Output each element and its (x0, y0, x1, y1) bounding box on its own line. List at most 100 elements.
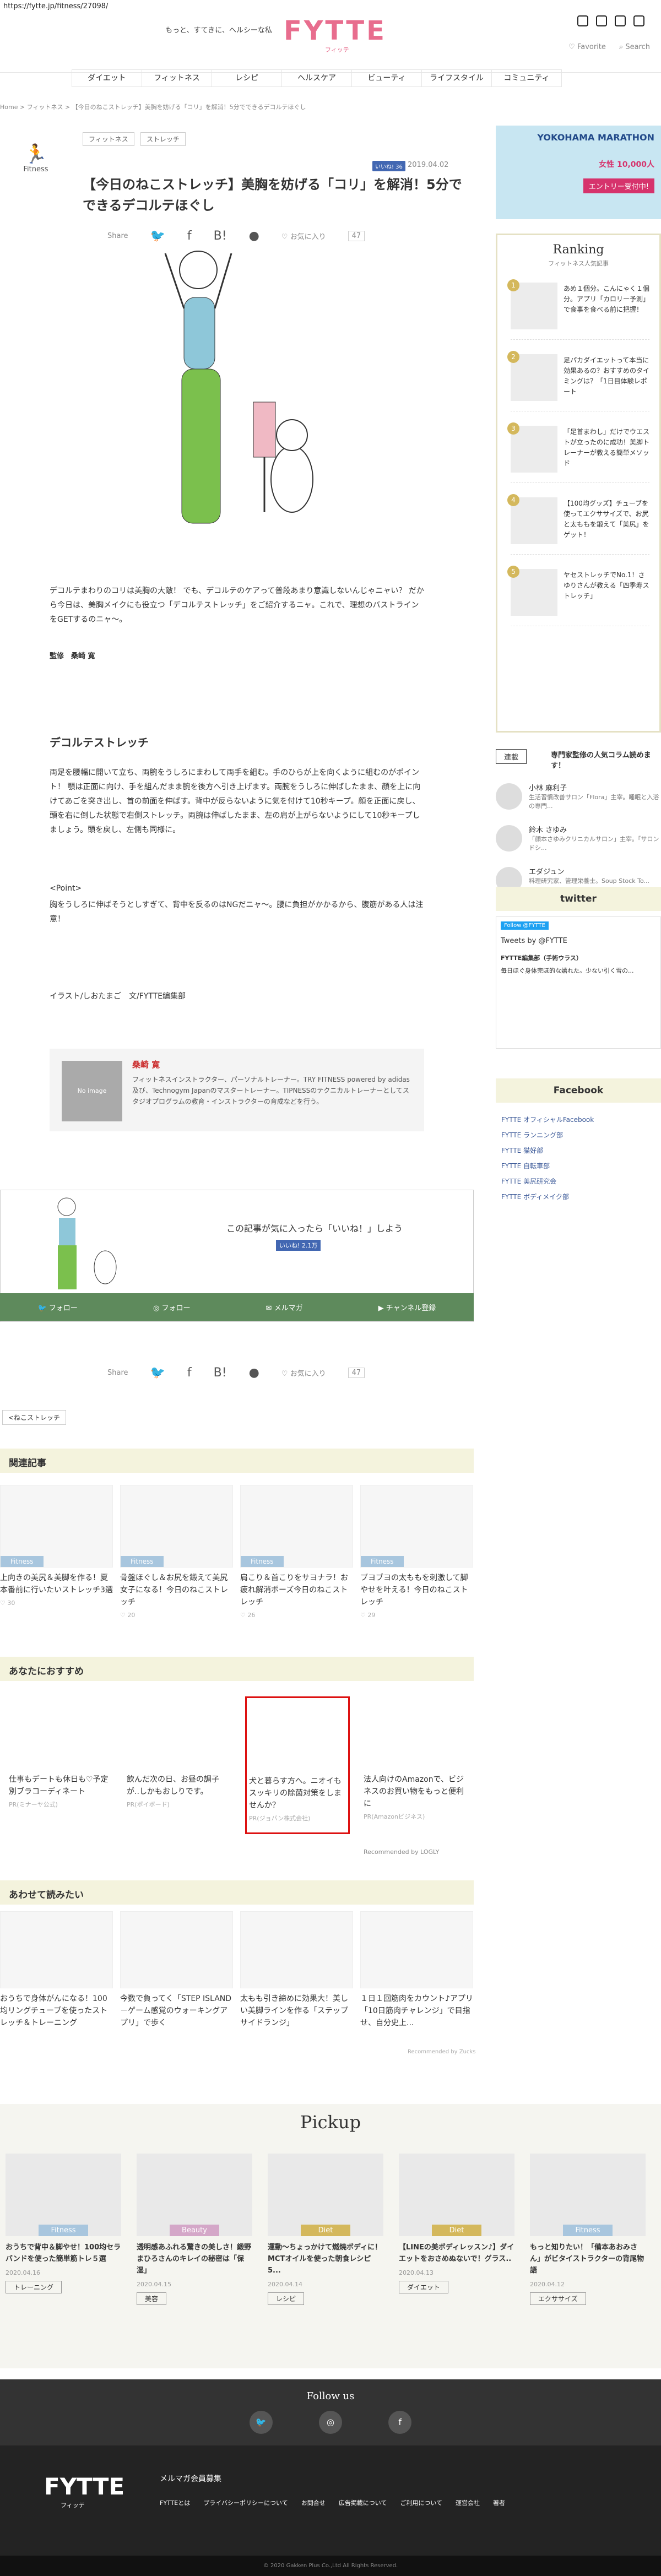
youtube-subscribe[interactable]: ▶ チャンネル登録 (378, 1302, 436, 1313)
search-link[interactable]: ⌕ Search (619, 43, 650, 51)
related-card[interactable]: Fitness ブヨブヨの太ももを刺激して脚やせを叶える！今日のねこストレッチ ♡ … (360, 1485, 473, 1619)
also-card[interactable]: １日１回筋肉をカウント♪アプリ「10日筋肉チャレンジ」で目指せ、自分史上... (360, 1911, 473, 2029)
ranking-item[interactable]: 4 【100均グッズ】チューブを使ってエクササイズで、お尻と太ももを鍛えて「美尻」… (507, 489, 649, 555)
twitter-widget: Follow @FYTTE Tweets by @FYTTE FYTTE編集部（… (496, 916, 661, 1049)
facebook-icon[interactable] (596, 15, 607, 26)
banner-like-button[interactable]: いいね! 2.1万 (276, 1240, 321, 1251)
instagram-icon[interactable]: ◎ (319, 2411, 342, 2434)
main-nav: ダイエット フィットネス レシピ ヘルスケア ビューティ ライフスタイル コミュ… (72, 69, 562, 87)
facebook-link[interactable]: FYTTE ランニング部 (501, 1130, 563, 1140)
ranking-item[interactable]: 3 「足首まわし」だけでウエストが立ったのに成功！美脚トレーナーが教える簡単メソッ… (507, 417, 649, 483)
also-card[interactable]: おうちで身体がんになる！100均リングチューブを使ったストレッチ＆トレーニング (0, 1911, 113, 2029)
tagline: もっと、すてきに、ヘルシーな私 (165, 26, 272, 35)
tweet-author[interactable]: FYTTE編集部（手術ウラス） (501, 953, 582, 962)
nav-item[interactable]: ライフスタイル (422, 70, 492, 86)
footer-link[interactable]: プライバシーポリシーについて (203, 2498, 288, 2507)
nav-item[interactable]: コミュニティ (492, 70, 562, 86)
twitter-follow-button[interactable]: Follow @FYTTE (501, 921, 549, 930)
also-list: おうちで身体がんになる！100均リングチューブを使ったストレッチ＆トレーニング … (0, 1911, 474, 2054)
facebook-link[interactable]: FYTTE ボディメイク部 (501, 1192, 569, 1201)
facebook-icon[interactable]: f (187, 229, 192, 243)
nav-item[interactable]: ダイエット (72, 70, 142, 86)
footer-link[interactable]: 広告掲載について (339, 2498, 387, 2507)
tweet-text: 毎日ほぐ身体完ぼ的な嬉れた。少ない引く雪の... (501, 967, 634, 974)
tweets-label[interactable]: Tweets by @FYTTE (501, 937, 567, 945)
hatena-icon[interactable]: B! (214, 1366, 227, 1380)
nav-item[interactable]: ヘルスケア (282, 70, 352, 86)
footer-link[interactable]: お問合せ (301, 2498, 326, 2507)
pickup-card[interactable]: Diet 【LINEの美ボディレッスン♪】ダイエットをおさめぬないで！グラス.. 2… (399, 2154, 514, 2293)
share-bar-bottom: Share 🐦 f B! ● ♡ お気に入り 47 (107, 1366, 365, 1380)
nav-item[interactable]: フィットネス (142, 70, 212, 86)
facebook-link[interactable]: FYTTE 美尻研究会 (501, 1176, 556, 1186)
supervisor: 監修 桑崎 寛 (50, 652, 95, 660)
tag-pill[interactable]: ストレッチ (140, 132, 186, 146)
mailmag[interactable]: ✉ メルマガ (266, 1302, 303, 1313)
author-name[interactable]: 桑崎 寛 (132, 1059, 160, 1070)
tag-pill[interactable]: フィットネス (83, 132, 134, 146)
pickup-title: Pickup (300, 2112, 361, 2133)
like-button[interactable]: いいね! 36 (372, 161, 405, 171)
facebook-link[interactable]: FYTTE 猫好部 (501, 1146, 543, 1155)
twitter-icon[interactable]: 🐦 (150, 1366, 165, 1380)
footer-link[interactable]: ご利用について (400, 2498, 442, 2507)
follow-twitter[interactable]: 🐦 フォロー (38, 1302, 78, 1313)
site-logo[interactable]: FYTTE (284, 15, 387, 46)
hatena-icon[interactable]: B! (214, 229, 227, 243)
ranking-item[interactable]: 2 足パカダイエットって本当に効果あるの？おすすめのタイミングは？「1日目体験レポ… (507, 345, 649, 411)
youtube-icon[interactable] (633, 15, 644, 26)
recommend-item-highlighted[interactable]: 犬と暮らす方へ。ニオイもスッキリの除菌対策をしませんか？ PR(ジョバン株式会社) (245, 1696, 350, 1834)
also-card[interactable]: 太もも引き締めに効果大！美しい美脚ラインを作る「ステップサイドランジ」 (240, 1911, 353, 2029)
sup-item[interactable]: 小林 麻利子 生活習慣改善サロン「Flora」主宰。睡眠と入浴の専門... (496, 781, 661, 816)
recommend-powered[interactable]: Recommended by LOGLY (364, 1848, 439, 1856)
serial-badge: 連載 (496, 749, 527, 764)
related-card[interactable]: Fitness 上向きの美尻＆美脚を作る！夏本番前に行いたいストレッチ3選 ♡ 30 (0, 1485, 113, 1607)
line-icon[interactable]: ● (249, 229, 259, 243)
social-icons (577, 15, 644, 26)
pickup-card[interactable]: Fitness もっと知りたい！「備本あおみさん」がビタイストラクターの背尾物語 2… (530, 2154, 646, 2305)
recommend-item[interactable]: 仕事もデートも休日も♡予定別ブラコーディネート PR(ミナーヤ公式) (9, 1774, 113, 1809)
follow-instagram[interactable]: ◎ フォロー (153, 1302, 191, 1313)
footer-link[interactable]: 運営会社 (456, 2498, 480, 2507)
breadcrumb[interactable]: Home > フィットネス > 【今日のねこストレッチ】美胸を妨げる「コリ」を解… (0, 102, 306, 111)
mailmag-link[interactable]: メルマガ会員募集 (160, 2473, 221, 2484)
banner-text: この記事が気に入ったら「いいね！」しよう (226, 1223, 403, 1234)
favorite-button[interactable]: ♡ お気に入り (281, 1368, 326, 1378)
twitter-icon[interactable]: 🐦 (150, 229, 165, 243)
author-bio: フィットネスインストラクター、パーソナルトレーナー。TRY FITNESS po… (132, 1076, 410, 1105)
facebook-icon[interactable]: f (388, 2411, 412, 2434)
also-powered[interactable]: Recommended by Zucks (408, 2049, 475, 2055)
related-card[interactable]: Fitness 肩こり＆首こりをサヨナラ！お疲れ解消ポーズ今日のねこストレッチ ♡ … (240, 1485, 353, 1619)
also-header: あわせて読みたい (0, 1880, 474, 1905)
nav-item[interactable]: ビューティ (352, 70, 422, 86)
instagram-icon[interactable] (577, 15, 588, 26)
facebook-link[interactable]: FYTTE 自転車部 (501, 1161, 550, 1170)
footer-logo-sub: フィッテ (61, 2502, 85, 2509)
pickup-card[interactable]: Diet 運動～ちょっかけて燃焼ボディに！MCTオイルを使った朝食レシピ5... 2… (268, 2154, 383, 2305)
favorite-link[interactable]: ♡ Favorite (568, 43, 606, 51)
recommend-item[interactable]: 法人向けのAmazonで、ビジネスのお買い物をもっと便利に PR(Amazonビジ… (364, 1774, 468, 1821)
footer-link[interactable]: 著者 (493, 2498, 505, 2507)
facebook-icon[interactable]: f (187, 1366, 192, 1380)
pickup-card[interactable]: Beauty 透明感あふれる驚きの美しさ！鍛野まひろさんのキレイの秘密は「保湿」 2… (137, 2154, 252, 2305)
facebook-link[interactable]: FYTTE オフィシャルFacebook (501, 1115, 594, 1124)
url-bar[interactable]: https://fytte.jp/fitness/27098/ (3, 2, 108, 10)
ranking-item[interactable]: 5 ヤセストレッチでNo.1！さゆりさんが教える「四季寿ストレッチ」 (507, 560, 649, 626)
sup-item[interactable]: 鈴木 さゆみ 「顔本さゆみクリニカルサロン」主宰。「サロンドシ... (496, 823, 661, 858)
back-link[interactable]: <ねこストレッチ (2, 1410, 67, 1425)
footer-logo[interactable]: FYTTE (44, 2473, 124, 2500)
line-icon[interactable]: ● (249, 1366, 259, 1380)
recommend-list: 仕事もデートも休日も♡予定別ブラコーディネート PR(ミナーヤ公式) 飲んだ次の日… (0, 1691, 474, 1840)
pickup-card[interactable]: Fitness おうちで背中＆脚やせ！100均セラバンドを使った簡単筋トレ５選 20… (6, 2154, 121, 2293)
follow-bar: 🐦 フォロー ◎ フォロー ✉ メルマガ ▶ チャンネル登録 (0, 1293, 474, 1321)
also-card[interactable]: 今数で負ってく「STEP ISLAND－ゲーム感覚のウォーキングアプリ」で歩く (120, 1911, 233, 2029)
twitter-icon[interactable] (615, 15, 626, 26)
nav-item[interactable]: レシピ (212, 70, 282, 86)
footer-link[interactable]: FYTTEとは (160, 2498, 190, 2507)
recommend-item[interactable]: 飲んだ次の日、お昼の調子が..しかもおしりです。 PR(ポイボード) (127, 1774, 231, 1809)
favorite-button[interactable]: ♡ お気に入り (281, 231, 326, 241)
related-card[interactable]: Fitness 骨盤ほぐし＆お尻を鍛えて美尻女子になる！今日のねこストレッチ ♡ 2… (120, 1485, 233, 1619)
ranking-item[interactable]: 1 あめ１個分。こんにゃく１個分。アプリ「カロリー予測」で食事を食べる前に把握！ (507, 274, 649, 340)
twitter-icon[interactable]: 🐦 (249, 2411, 273, 2434)
marathon-ad[interactable]: YOKOHAMA MARATHON 女性 10,000人 エントリー受付中! (496, 126, 661, 219)
